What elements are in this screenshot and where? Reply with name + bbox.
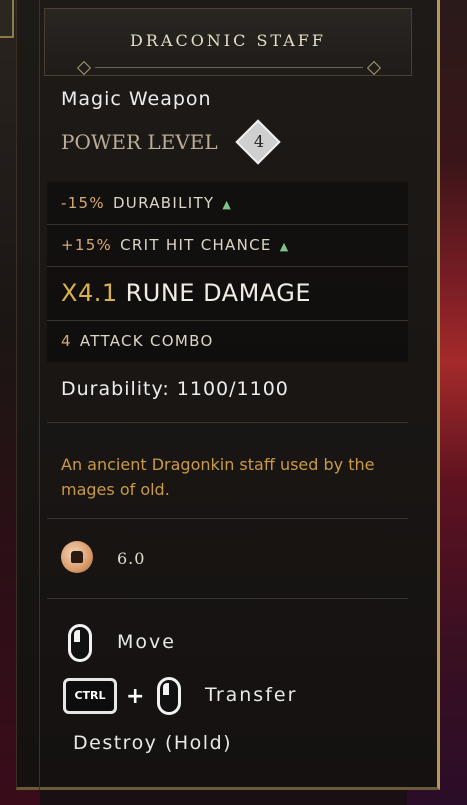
item-description: An ancient Dragonkin staff used by the m… — [61, 455, 375, 499]
move-action[interactable]: Move — [117, 631, 176, 653]
transfer-action[interactable]: Transfer — [205, 684, 297, 706]
perk-label: ATTACK COMBO — [79, 332, 214, 350]
perk-divider — [47, 266, 408, 267]
perk-value: X4.1 — [61, 279, 118, 307]
power-level-value: 4 — [253, 132, 265, 151]
item-weight: 6.0 — [117, 549, 146, 568]
header-ornament-left — [76, 60, 92, 76]
perk-value: 4 — [61, 332, 72, 350]
section-divider — [47, 598, 408, 599]
perk-divider — [47, 320, 408, 321]
ctrl-key-icon: CTRL — [63, 678, 117, 714]
item-header: DRACONIC STAFF — [44, 8, 412, 76]
background-frame-corner — [0, 0, 14, 38]
perk-crit-hit-chance: +15% CRIT HIT CHANCE ▲ — [61, 236, 289, 254]
durability-text: Durability: 1100/1100 — [61, 378, 289, 400]
header-ornament-right — [366, 60, 382, 76]
item-name: DRACONIC STAFF — [130, 31, 326, 50]
perk-label: RUNE DAMAGE — [125, 279, 312, 307]
triangle-up-icon: ▲ — [222, 198, 233, 211]
power-level-label: POWER LEVEL — [61, 130, 218, 154]
perk-label: CRIT HIT CHANCE — [120, 236, 272, 254]
panel-divider-line — [39, 0, 40, 790]
perk-attack-combo: 4 ATTACK COMBO — [61, 332, 214, 350]
header-ornament-line — [95, 67, 363, 68]
perk-durability: -15% DURABILITY ▲ — [61, 194, 232, 212]
perk-divider — [47, 224, 408, 225]
mouse-right-icon — [157, 677, 181, 715]
weight-icon — [61, 541, 93, 573]
perk-value: +15% — [61, 236, 113, 254]
destroy-action[interactable]: Destroy (Hold) — [73, 732, 232, 754]
plus-sign: + — [126, 684, 145, 709]
section-divider — [47, 422, 408, 423]
perk-value: -15% — [61, 194, 105, 212]
item-type: Magic Weapon — [61, 88, 212, 110]
mouse-left-icon — [68, 624, 92, 662]
triangle-up-icon: ▲ — [279, 240, 290, 253]
perk-label: DURABILITY — [112, 194, 215, 212]
perk-rune-damage: X4.1 RUNE DAMAGE — [61, 279, 311, 307]
section-divider — [47, 518, 408, 519]
